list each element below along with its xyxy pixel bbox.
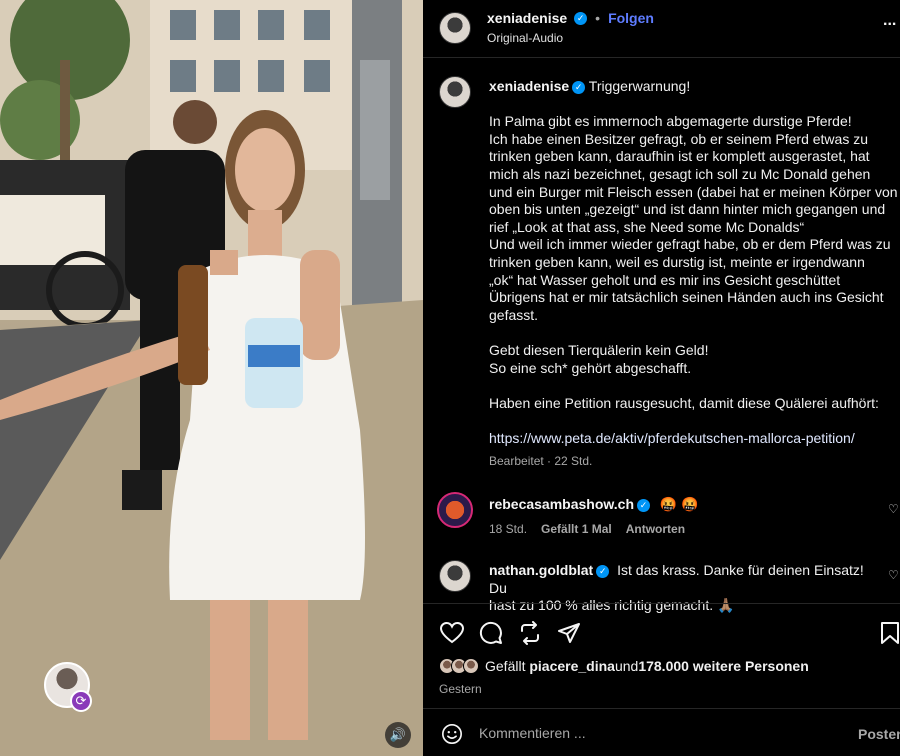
heart-icon[interactable] bbox=[439, 620, 465, 646]
post-caption: xeniadenise ✓ Triggerwarnung! In Palma gi… bbox=[489, 78, 898, 471]
likes-middle: und bbox=[614, 658, 639, 674]
comment-like-count[interactable]: Gefällt 1 Mal bbox=[541, 522, 612, 536]
commenter-avatar[interactable] bbox=[437, 492, 473, 528]
more-options-icon[interactable]: ... bbox=[883, 12, 896, 30]
speaker-icon[interactable]: 🔊 bbox=[385, 722, 411, 748]
commenter-username[interactable]: nathan.goldblat bbox=[489, 562, 593, 578]
caption-line: In Palma gibt es immernoch abgemagerte d… bbox=[489, 113, 852, 130]
comment-time: 18 Std. bbox=[489, 522, 528, 536]
reply-button[interactable]: Antworten bbox=[626, 522, 685, 536]
author-username[interactable]: xeniadenise bbox=[487, 10, 567, 26]
audio-link[interactable]: Original-Audio bbox=[487, 31, 563, 45]
emoji-icon[interactable] bbox=[441, 723, 463, 745]
caption-line: rief „Look at that ass, she Need some Mc… bbox=[489, 218, 805, 235]
caption-line: Triggerwarnung! bbox=[588, 78, 691, 94]
verified-icon: ✓ bbox=[596, 564, 610, 578]
author-avatar[interactable] bbox=[439, 12, 471, 44]
remix-icon[interactable]: ⟳ bbox=[70, 690, 92, 712]
reel-video[interactable]: ⟳ 🔊 bbox=[0, 0, 423, 756]
caption-line bbox=[489, 96, 889, 114]
liker-avatars bbox=[439, 658, 479, 674]
liker-username[interactable]: piacere_dina bbox=[529, 658, 615, 674]
repost-icon[interactable] bbox=[517, 620, 543, 646]
verified-icon: ✓ bbox=[637, 498, 650, 512]
caption-line: Und weil ich immer wieder gefragt habe, … bbox=[489, 236, 891, 253]
comment-item: nathan.goldblat ✓ Ist das krass. Danke fü… bbox=[423, 558, 900, 613]
caption-line: oben bis unten „gezeigt“ und ist dann hi… bbox=[489, 201, 886, 218]
caption-line: und ein Burger mit Fleisch essen (dabei … bbox=[489, 183, 898, 200]
likes-count[interactable]: 178.000 weitere Personen bbox=[638, 658, 808, 674]
caption-line bbox=[489, 324, 889, 342]
post-button[interactable]: Posten bbox=[858, 726, 900, 742]
caption-line: trinken geben kann, weil es durstig ist,… bbox=[489, 253, 865, 270]
caption-line: Haben eine Petition rausgesucht, damit d… bbox=[489, 394, 879, 411]
post-panel: xeniadenise ✓ • Folgen Original-Audio ..… bbox=[423, 0, 900, 756]
caption-line bbox=[489, 377, 889, 395]
caption-line: Gebt diesen Tierquälerin kein Geld! bbox=[489, 341, 709, 358]
caption-line: mich als nazi bezeichnet, gesagt ich sol… bbox=[489, 165, 871, 182]
caption-line: So eine sch* gehört abgeschafft. bbox=[489, 359, 692, 376]
comment-like-icon[interactable]: ♡ bbox=[888, 568, 899, 582]
comment-input[interactable] bbox=[479, 725, 819, 741]
verified-icon: ✓ bbox=[574, 11, 588, 25]
caption-username[interactable]: xeniadenise bbox=[489, 78, 569, 94]
caption-author-avatar[interactable] bbox=[439, 76, 471, 108]
comment-like-icon[interactable]: ♡ bbox=[888, 502, 899, 516]
share-icon[interactable] bbox=[556, 620, 582, 646]
caption-line: trinken geben kann, daraufhin ist er kom… bbox=[489, 148, 870, 165]
comment-icon[interactable] bbox=[478, 620, 504, 646]
comment-text: 🤬 🤬 bbox=[659, 496, 699, 512]
bookmark-icon[interactable] bbox=[877, 620, 900, 646]
verified-icon: ✓ bbox=[572, 80, 586, 94]
separator-dot: • bbox=[595, 10, 601, 26]
caption-line: gefasst. bbox=[489, 306, 539, 323]
comment-item: rebecasambashow.ch ✓ 🤬 🤬 18 Std. Gefällt 1… bbox=[423, 490, 900, 540]
petition-link[interactable]: https://www.peta.de/aktiv/pferdekutschen… bbox=[489, 430, 889, 448]
caption-line: Ich habe einen Besitzer gefragt, ob er s… bbox=[489, 130, 868, 147]
reel-frame-illustration bbox=[0, 0, 423, 756]
follow-button[interactable]: Folgen bbox=[608, 10, 654, 26]
caption-line: Übrigens hat er mir tatsächlich seinen H… bbox=[489, 289, 884, 306]
caption-line: „ok“ hat Wasser geholt und es mir ins Ge… bbox=[489, 271, 841, 288]
likes-summary[interactable]: Gefällt piacere_dina und 178.000 weitere… bbox=[439, 658, 809, 674]
caption-meta: Bearbeitet · 22 Std. bbox=[489, 454, 593, 469]
post-header: xeniadenise ✓ • Folgen Original-Audio ..… bbox=[423, 0, 900, 58]
commenter-username[interactable]: rebecasambashow.ch bbox=[489, 496, 634, 512]
caption-line bbox=[489, 412, 889, 430]
commenter-avatar[interactable] bbox=[439, 560, 471, 592]
likes-prefix: Gefällt bbox=[485, 658, 526, 674]
post-date: Gestern bbox=[439, 682, 482, 696]
action-bar bbox=[423, 603, 900, 658]
comment-composer: Posten bbox=[423, 708, 900, 756]
